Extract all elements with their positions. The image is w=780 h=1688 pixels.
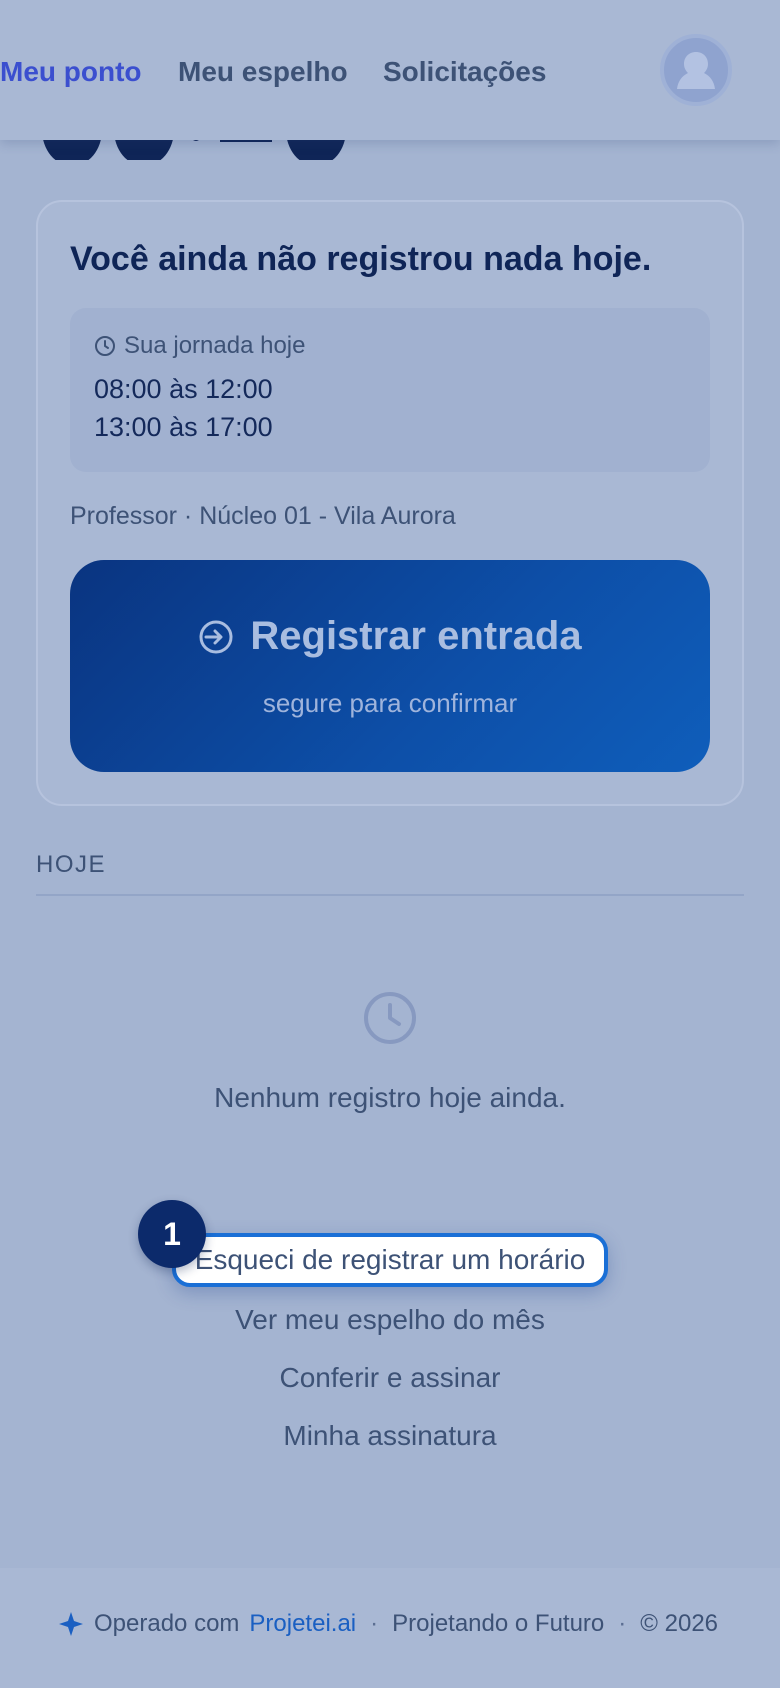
- tab-meu-ponto[interactable]: Meu ponto: [0, 56, 142, 88]
- journey-label: Sua jornada hoje: [124, 332, 306, 359]
- register-label: Registrar entrada: [250, 614, 582, 658]
- my-signature-link[interactable]: Minha assinatura: [0, 1420, 780, 1452]
- register-row: Registrar entrada: [70, 614, 710, 659]
- tab-meu-espelho[interactable]: Meu espelho: [178, 56, 348, 88]
- footer-copyright: © 2026: [640, 1610, 719, 1637]
- journey-box: Sua jornada hoje 08:00 às 12:00 13:00 às…: [70, 308, 710, 472]
- login-arrow-icon: [199, 620, 233, 653]
- journey-line-morning: 08:00 às 12:00: [94, 374, 273, 404]
- journey-line-afternoon: 13:00 às 17:00: [94, 412, 273, 442]
- tab-solicitacoes[interactable]: Solicitações: [383, 56, 546, 88]
- sparkle-icon: [59, 1612, 83, 1636]
- footer-row: Operado com Projetei.ai · Projetando o F…: [58, 1610, 718, 1638]
- footer-operated-with: Operado com: [94, 1610, 240, 1637]
- app-screen: Meu ponto Meu espelho Solicitações Você …: [0, 0, 780, 1688]
- step-badge: 1: [138, 1200, 206, 1268]
- clock-icon: [95, 336, 115, 356]
- journey-header: Sua jornada hoje: [94, 332, 305, 360]
- user-avatar-icon: [677, 52, 715, 89]
- footer-separator: ·: [370, 1610, 379, 1637]
- card-title: Você ainda não registrou nada hoje.: [70, 240, 652, 278]
- clock-icon: [364, 992, 416, 1044]
- section-divider: [36, 894, 744, 896]
- check-sign-link[interactable]: Conferir e assinar: [0, 1362, 780, 1394]
- user-avatar-icon[interactable]: [660, 34, 732, 106]
- role-location-text: Professor · Núcleo 01 - Vila Aurora: [70, 502, 456, 530]
- monthly-mirror-link[interactable]: Ver meu espelho do mês: [0, 1304, 780, 1336]
- empty-state-text: Nenhum registro hoje ainda.: [214, 1082, 566, 1113]
- footer: Operado com Projetei.ai · Projetando o F…: [0, 1568, 780, 1688]
- punch-card: Você ainda não registrou nada hoje. Sua …: [36, 200, 744, 806]
- register-hint: segure para confirmar: [262, 688, 518, 718]
- footer-slogan: Projetando o Futuro: [392, 1610, 605, 1637]
- register-entry-button[interactable]: Registrar entrada segure para confirmar: [70, 560, 710, 772]
- footer-brand-link[interactable]: Projetei.ai: [249, 1610, 356, 1638]
- top-nav-bar: Meu ponto Meu espelho Solicitações: [0, 0, 780, 140]
- forgot-punch-label: Esqueci de registrar um horário: [194, 1244, 586, 1275]
- forgot-punch-link[interactable]: Esqueci de registrar um horário: [172, 1233, 608, 1287]
- today-section-title: HOJE: [36, 851, 107, 878]
- footer-separator: ·: [618, 1610, 627, 1637]
